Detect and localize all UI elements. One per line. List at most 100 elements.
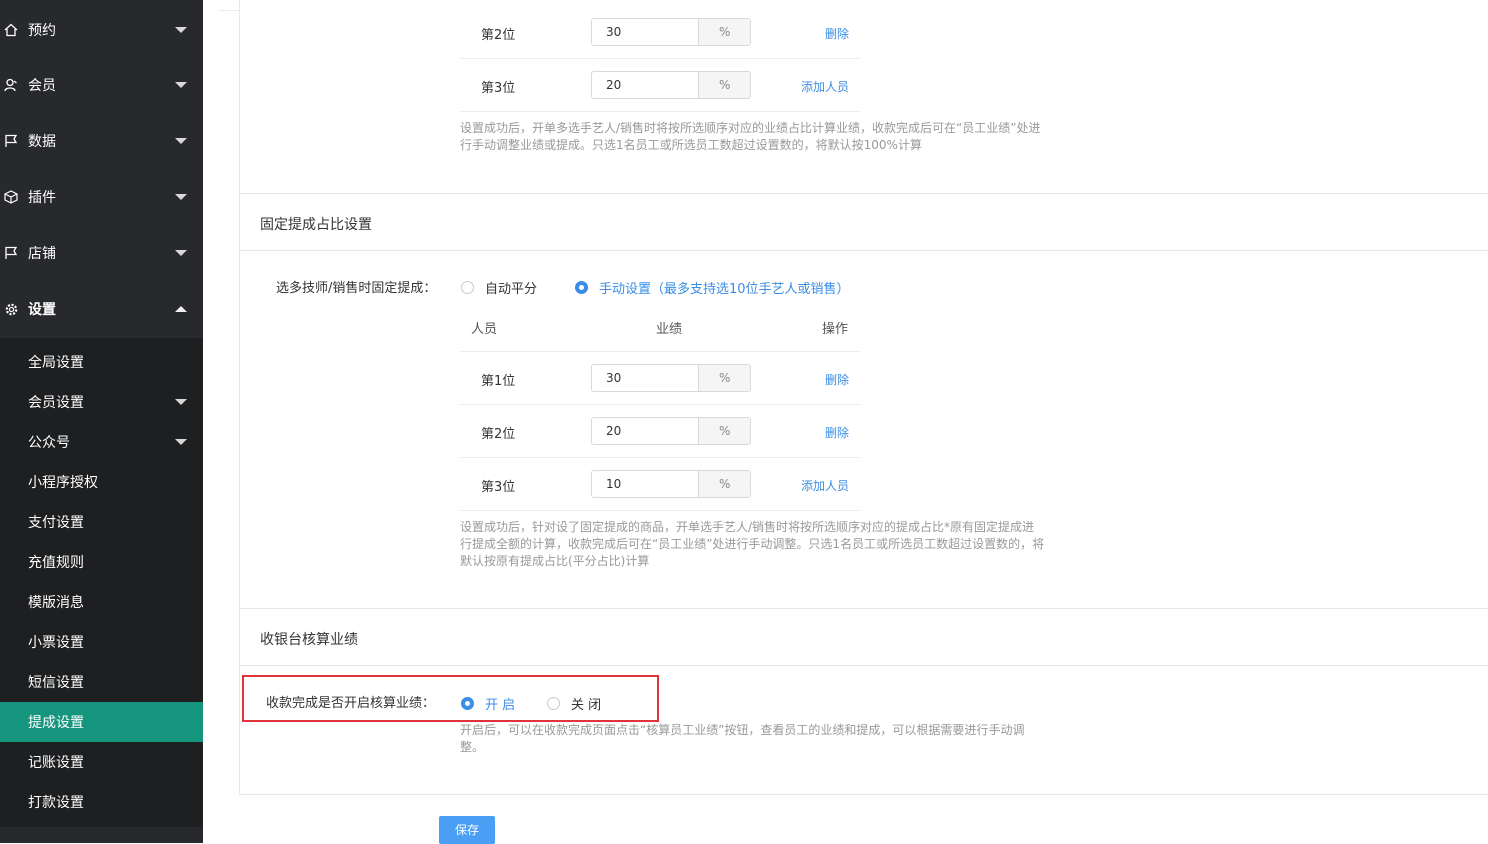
sub-label: 充值规则	[28, 555, 84, 571]
sidebar-item-template-msg[interactable]: 模版消息	[0, 582, 203, 622]
hint-line: 开启后，可以在收款完成页面点击“核算员工业绩”按钮，查看员工的业绩和提成，可以根…	[460, 723, 1025, 737]
radio-label: 自动平分	[485, 282, 538, 297]
sub-label: 提成设置	[28, 715, 84, 731]
delete-link[interactable]: 删除	[825, 424, 849, 441]
sidebar-item-member-settings[interactable]: 会员设置	[0, 382, 203, 422]
input-value[interactable]: 20	[592, 72, 698, 98]
nav-item-appointment[interactable]: 预约	[0, 2, 203, 58]
column-header-performance: 业绩	[656, 322, 683, 337]
flag-icon	[3, 245, 19, 261]
home-icon	[3, 22, 19, 38]
sidebar-item-recharge[interactable]: 充值规则	[0, 542, 203, 582]
sub-label: 短信设置	[28, 675, 84, 691]
sidebar-item-bookkeeping[interactable]: 记账设置	[0, 742, 203, 782]
nav-label: 会员	[28, 78, 56, 94]
nav-label: 店铺	[28, 246, 56, 262]
chevron-down-icon	[175, 82, 187, 88]
sub-label: 全局设置	[28, 355, 84, 371]
rank-label: 第2位	[481, 427, 516, 442]
radio-auto-split[interactable]: 自动平分	[461, 278, 537, 297]
sidebar: 预约 会员 数据 插件 店铺 设置 全局设置 会员设置 公众号 小程序授权 支付…	[0, 0, 203, 843]
sub-label: 打款设置	[28, 795, 84, 811]
hint-line: 默认按原有提成占比(平分占比)计算	[460, 554, 650, 568]
sub-label: 模版消息	[28, 595, 84, 611]
chevron-down-icon	[175, 194, 187, 200]
nav-label: 插件	[28, 190, 56, 206]
fixed-commission-hint: 设置成功后，针对设了固定提成的商品，开单选手艺人/销售时将按所选顺序对应的提成占…	[460, 519, 1060, 570]
sidebar-item-official-account[interactable]: 公众号	[0, 422, 203, 462]
panel-header: 固定提成占比设置	[240, 194, 1488, 251]
add-person-link[interactable]: 添加人员	[801, 78, 849, 95]
save-button[interactable]: 保存	[439, 816, 495, 844]
delete-link[interactable]: 删除	[825, 25, 849, 42]
sidebar-item-sms[interactable]: 短信设置	[0, 662, 203, 702]
highlight-annotation	[242, 675, 659, 722]
performance-hint: 设置成功后，开单多选手艺人/销售时将按所选顺序对应的业绩占比计算业绩，收款完成后…	[460, 120, 1060, 154]
radio-manual-setting[interactable]: 手动设置（最多支持选10位手艺人或销售）	[575, 278, 850, 297]
nav-item-data[interactable]: 数据	[0, 113, 203, 169]
sidebar-item-receipt[interactable]: 小票设置	[0, 622, 203, 662]
cube-icon	[3, 189, 19, 205]
radio-circle[interactable]	[461, 281, 474, 294]
sidebar-item-commission[interactable]: 提成设置	[0, 702, 203, 742]
panel-header: 收银台核算业绩	[240, 609, 1488, 666]
input-value[interactable]: 30	[592, 365, 698, 391]
section-title: 收银台核算业绩	[260, 632, 358, 648]
hint-line: 行提成全额的计算，收款完成后可在“员工业绩”处进行手动调整。只选1名员工或所选员…	[460, 537, 1045, 551]
performance-ratio-panel: 第2位 30 % 删除 第3位 20 % 添加人员 设置成功后，开单多选手艺人/…	[239, 0, 1488, 194]
fixed-commission-panel: 固定提成占比设置 选多技师/销售时固定提成： 自动平分 手动设置（最多支持选10…	[239, 193, 1488, 609]
divider	[460, 457, 860, 458]
commission-percent-input[interactable]: 30 %	[591, 364, 751, 392]
chevron-up-icon	[175, 306, 187, 312]
divider	[460, 58, 860, 59]
commission-percent-input[interactable]: 10 %	[591, 470, 751, 498]
sub-label: 会员设置	[28, 395, 84, 411]
chevron-down-icon	[175, 399, 187, 405]
percent-addon: %	[698, 418, 750, 444]
sub-label: 记账设置	[28, 755, 84, 771]
input-value[interactable]: 30	[592, 19, 698, 45]
nav-label: 数据	[28, 134, 56, 150]
settings-submenu: 全局设置 会员设置 公众号 小程序授权 支付设置 充值规则 模版消息 小票设置 …	[0, 338, 203, 827]
nav-item-member[interactable]: 会员	[0, 57, 203, 113]
divider	[460, 351, 860, 352]
chevron-down-icon	[175, 250, 187, 256]
sub-label: 公众号	[28, 435, 70, 451]
sidebar-item-payout[interactable]: 打款设置	[0, 782, 203, 822]
chevron-down-icon	[175, 27, 187, 33]
sub-label: 小程序授权	[28, 475, 98, 491]
chevron-down-icon	[175, 439, 187, 445]
divider	[460, 404, 860, 405]
sub-label: 支付设置	[28, 515, 84, 531]
divider	[460, 510, 860, 511]
hint-line: 行手动调整业绩或提成。只选1名员工或所选员工数超过设置数的，将默认按100%计算	[460, 138, 922, 152]
radio-circle[interactable]	[575, 281, 588, 294]
percent-addon: %	[698, 365, 750, 391]
sidebar-item-payment[interactable]: 支付设置	[0, 502, 203, 542]
percent-addon: %	[698, 72, 750, 98]
input-value[interactable]: 20	[592, 418, 698, 444]
commission-percent-input[interactable]: 20 %	[591, 417, 751, 445]
nav-item-store[interactable]: 店铺	[0, 225, 203, 281]
delete-link[interactable]: 删除	[825, 371, 849, 388]
divider	[460, 111, 860, 112]
gear-icon	[3, 301, 19, 317]
sub-label: 小票设置	[28, 635, 84, 651]
sidebar-item-miniprogram[interactable]: 小程序授权	[0, 462, 203, 502]
sidebar-item-global[interactable]: 全局设置	[0, 342, 203, 382]
performance-percent-input[interactable]: 30 %	[591, 18, 751, 46]
nav-label: 设置	[28, 302, 56, 318]
add-person-link[interactable]: 添加人员	[801, 477, 849, 494]
sidebar-footer	[0, 827, 203, 843]
user-icon	[3, 77, 19, 93]
nav-item-plugins[interactable]: 插件	[0, 169, 203, 225]
rank-label: 第2位	[481, 28, 516, 43]
fixed-commission-label: 选多技师/销售时固定提成：	[276, 281, 437, 296]
section-title: 固定提成占比设置	[260, 217, 372, 233]
hint-line: 设置成功后，针对设了固定提成的商品，开单选手艺人/销售时将按所选顺序对应的提成占…	[460, 520, 1035, 534]
percent-addon: %	[698, 19, 750, 45]
input-value[interactable]: 10	[592, 471, 698, 497]
rank-label: 第1位	[481, 374, 516, 389]
performance-percent-input[interactable]: 20 %	[591, 71, 751, 99]
nav-item-settings[interactable]: 设置	[0, 281, 203, 337]
